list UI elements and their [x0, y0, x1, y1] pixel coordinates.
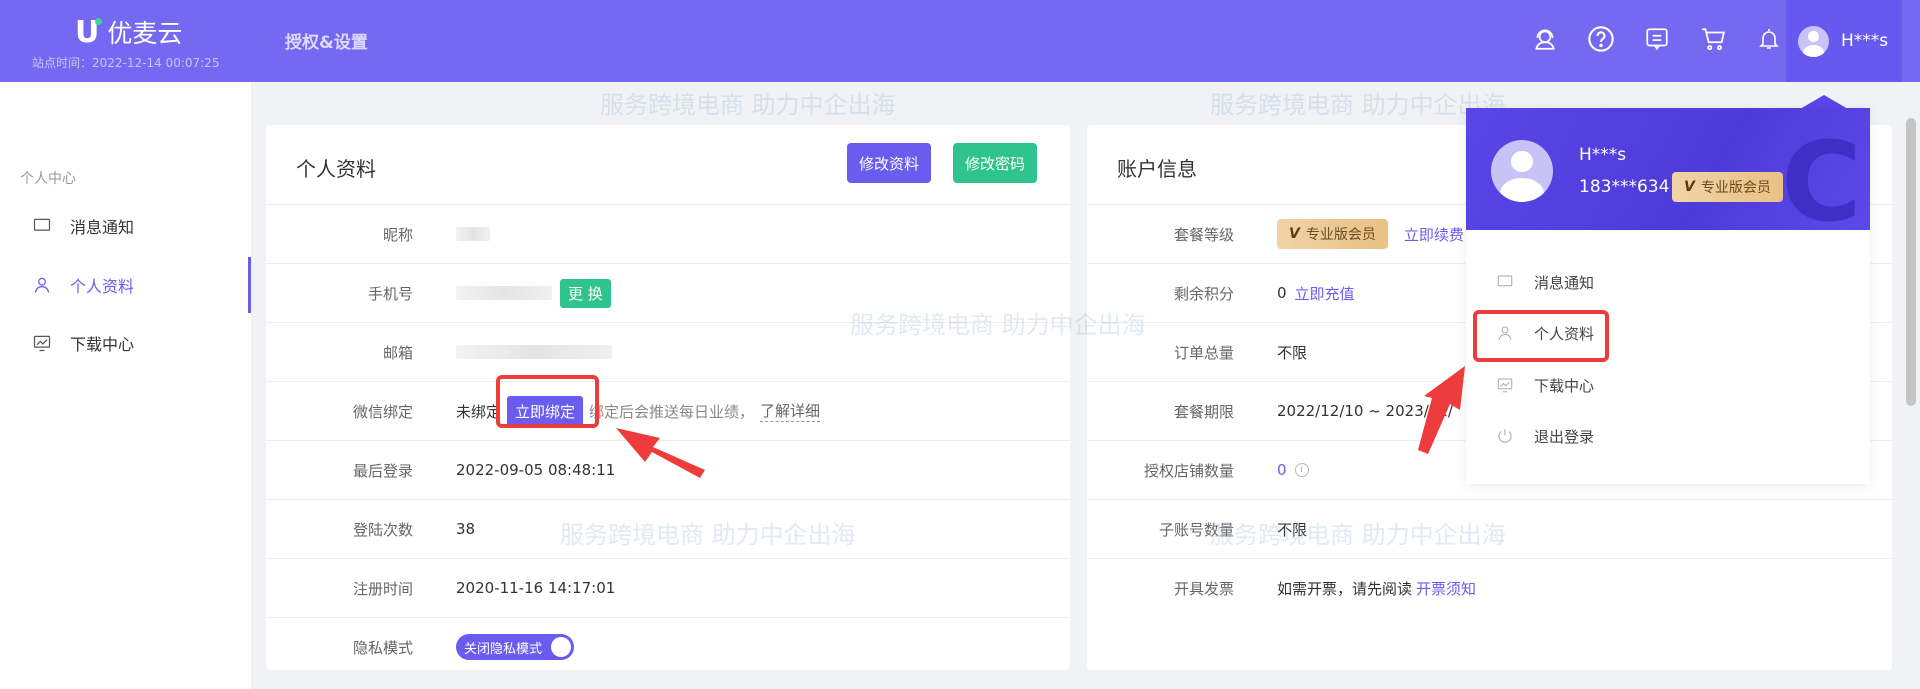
annotation-arrows	[616, 366, 1465, 478]
annotation-arrow-icon	[1418, 366, 1465, 454]
annotation-arrow-icon	[616, 428, 705, 478]
